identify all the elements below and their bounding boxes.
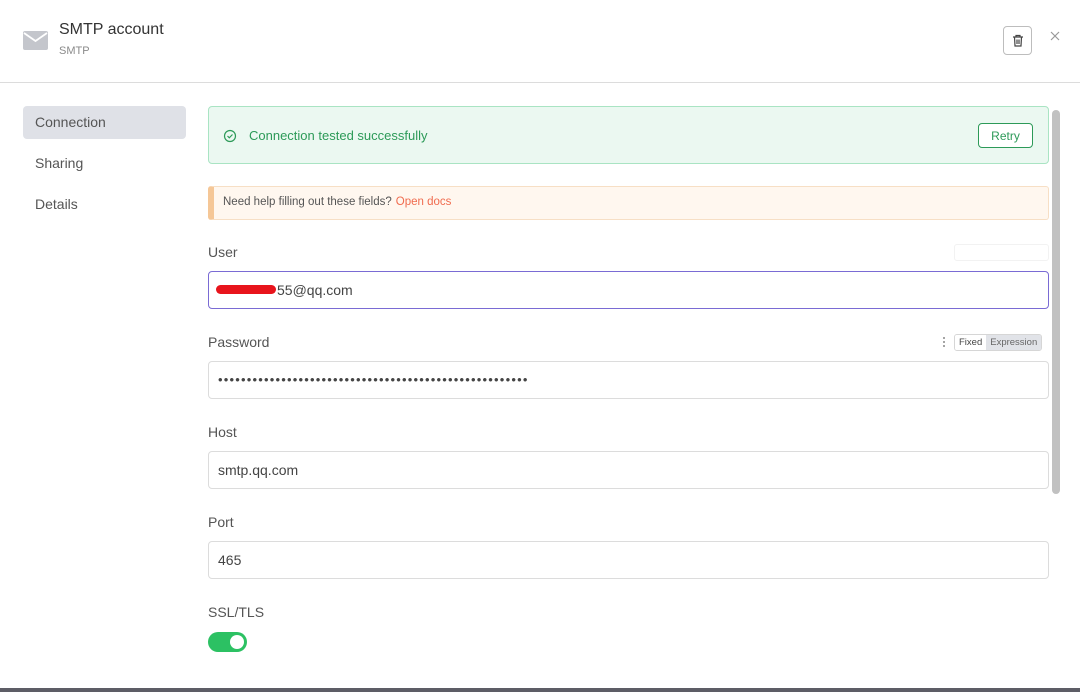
- password-field[interactable]: ••••••••••••••••••••••••••••••••••••••••…: [208, 361, 1049, 399]
- ssl-toggle[interactable]: [208, 632, 247, 652]
- window-bottom-edge: [0, 688, 1080, 692]
- host-label: Host: [208, 424, 237, 440]
- more-options-icon[interactable]: [941, 335, 947, 349]
- page-title: SMTP account: [59, 21, 164, 38]
- port-field[interactable]: 465: [208, 541, 1049, 579]
- trash-icon: [1012, 34, 1023, 47]
- success-banner: Connection tested successfully Retry: [208, 106, 1049, 164]
- user-value: 55@qq.com: [277, 282, 353, 298]
- help-text: Need help filling out these fields? Open …: [223, 196, 451, 208]
- password-mode-toggle[interactable]: Fixed Expression: [954, 334, 1043, 351]
- fixed-option[interactable]: Fixed: [955, 335, 987, 350]
- mail-icon: [23, 31, 48, 50]
- help-message: Need help filling out these fields?: [223, 196, 392, 208]
- port-label: Port: [208, 514, 234, 530]
- sidebar-item-sharing[interactable]: Sharing: [23, 147, 186, 180]
- sidebar-item-details[interactable]: Details: [23, 188, 186, 221]
- sidebar: Connection Sharing Details: [23, 106, 186, 229]
- scrollbar-thumb[interactable]: [1052, 110, 1060, 494]
- check-circle-icon: [223, 129, 237, 143]
- ssl-label: SSL/TLS: [208, 604, 265, 620]
- password-label: Password: [208, 334, 270, 350]
- open-docs-link[interactable]: Open docs: [396, 196, 452, 208]
- user-field[interactable]: 55@qq.com: [208, 271, 1049, 309]
- user-mode-toggle[interactable]: [954, 244, 1049, 261]
- delete-button[interactable]: [1003, 26, 1032, 55]
- close-icon: [1050, 31, 1060, 41]
- page-subtitle: SMTP: [59, 45, 90, 57]
- toggle-knob: [230, 635, 244, 649]
- redaction-mark: [216, 285, 276, 294]
- sidebar-item-connection[interactable]: Connection: [23, 106, 186, 139]
- help-callout: Need help filling out these fields? Open …: [208, 186, 1049, 220]
- user-label: User: [208, 244, 238, 260]
- modal-header: SMTP account SMTP: [0, 0, 1080, 83]
- host-field[interactable]: smtp.qq.com: [208, 451, 1049, 489]
- close-button[interactable]: [1046, 27, 1064, 45]
- success-message: Connection tested successfully: [249, 128, 428, 143]
- expression-option[interactable]: Expression: [986, 335, 1042, 350]
- retry-button[interactable]: Retry: [978, 123, 1033, 148]
